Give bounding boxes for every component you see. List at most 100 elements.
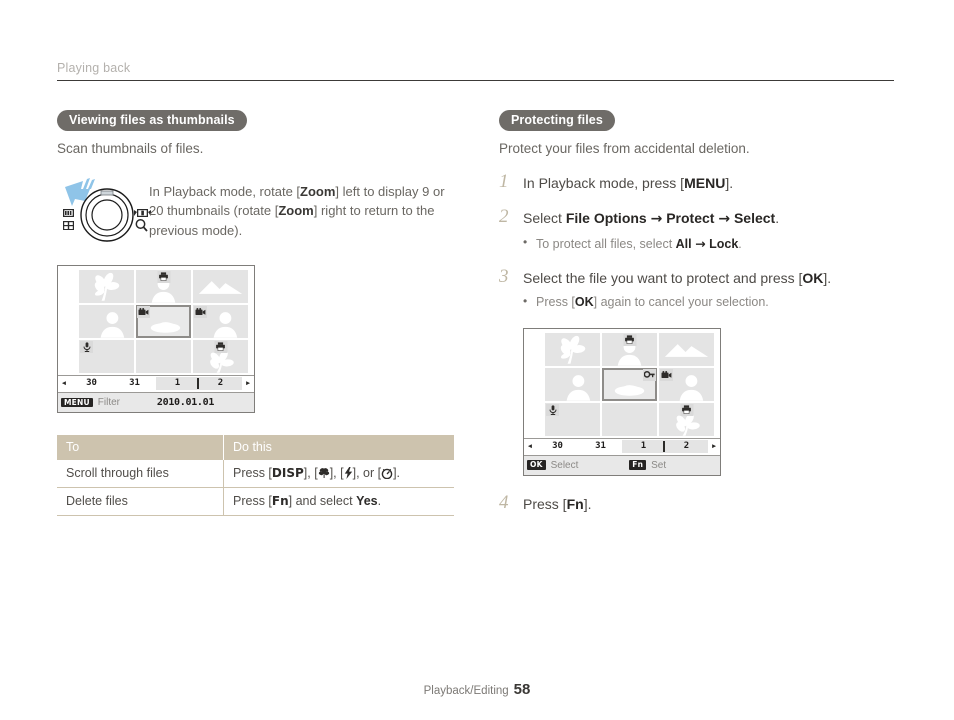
screen-bottom-bar: MENU Filter 2010.01.01 [58,391,254,412]
step-number: 1 [499,170,509,192]
manual-page: Playing back Viewing files as thumbnails… [0,0,954,720]
section-lead-thumbnails: Scan thumbnails of files. [57,141,204,157]
thumbnail-cell[interactable] [545,367,600,401]
arrow-icon: → [718,210,731,227]
press-mid: ] and select [288,493,357,508]
note-post: . [738,237,742,252]
nav-prev-arrow-icon[interactable]: ◂ [58,379,70,387]
thumbnail-cell[interactable] [136,269,191,303]
table-row: Scroll through files Press [DISP], [], [… [57,459,454,488]
thumbnail-cell[interactable] [602,332,657,366]
page-number: 58 [513,681,531,698]
date-navigation-bar: ◂ 30 31 1 2 ▸ [58,374,254,391]
fn-key-badge[interactable]: Fn [629,460,647,470]
mountain-photo-icon [198,281,243,294]
nav-prev-arrow-icon[interactable]: ◂ [524,442,536,450]
print-mark-icon [157,270,170,283]
thumbnail-cell[interactable] [193,269,248,303]
thumbnail-cell-selected[interactable] [602,367,657,401]
thumbnail-cell[interactable] [659,402,714,436]
thumbnail-cell[interactable] [659,367,714,401]
nav-next-arrow-icon[interactable]: ▸ [708,442,720,450]
dial-zoom-key-2: Zoom [278,203,314,219]
nav-date-segment-current[interactable]: 1 [622,439,665,453]
nav-date-segment[interactable]: 31 [579,440,622,453]
thumbnail-cell[interactable] [659,332,714,366]
fn-key: Fn [271,493,289,508]
nav-next-arrow-icon[interactable]: ▸ [242,379,254,387]
section-lead-protecting: Protect your files from accidental delet… [499,141,750,157]
thumbnail-cell[interactable] [545,332,600,366]
menu-key-badge[interactable]: MENU [61,397,93,408]
dial-zoom-key-1: Zoom [300,183,336,199]
step-pre: Press [ [523,495,567,512]
arrow-icon: → [650,210,663,227]
select-label: Select [550,459,579,471]
zoom-dial-illustration: In Playback mode, rotate [Zoom] left to … [57,177,457,249]
voice-memo-icon [546,403,559,416]
thumbnail-row [545,402,716,436]
video-mark-icon [194,305,207,318]
left-column: Viewing files as thumbnails Scan thumbna… [57,110,457,516]
thumbnail-cell[interactable] [79,304,134,338]
step-1: 1 In Playback mode, press [MENU]. [499,170,899,194]
thumbnail-cell[interactable] [545,402,600,436]
fn-key: Fn [566,495,584,512]
voice-memo-icon [80,340,93,353]
menu-key: MENU [684,174,726,191]
camera-screen-thumbnails: ◂ 30 31 1 2 ▸ MENU Filter 2010.01.01 [57,264,255,413]
running-head: Playing back [57,61,894,81]
thumbnail-row [545,367,716,401]
thumbnail-grid [79,269,250,375]
video-mark-icon [137,305,150,318]
nav-date-segment[interactable]: 30 [536,440,579,453]
nav-date-segment[interactable]: 2 [199,376,242,390]
flash-key-icon [344,466,353,480]
step-text: Select the file you want to protect and … [523,269,899,289]
step-pre: Select the file you want to protect and … [523,269,803,286]
thumbnail-cell[interactable] [79,339,134,373]
header-rule [57,80,894,81]
step-post: ]. [725,174,734,191]
menu-file-options: File Options [565,209,647,226]
step-text: Select File Options → Protect → Select. [523,209,899,230]
camera-screen-protect: ◂ 30 31 1 2 ▸ OK Select Fn Set [523,327,721,476]
press-prefix: Press [ [233,465,272,480]
thumbnail-cell[interactable] [602,402,657,436]
thumbnail-row [545,332,716,366]
step-post: ]. [823,269,832,286]
step-pre: Select [523,209,566,226]
note-pre: Press [ [536,295,575,310]
ok-key-badge[interactable]: OK [527,460,546,470]
nav-date-segment[interactable]: 2 [665,439,708,453]
disp-key: DISP [271,465,304,480]
footer-label: Playback/Editing [423,685,509,697]
table-cell-instruction: Press [Fn] and select Yes. [223,487,454,516]
thumbnail-grid [545,332,716,438]
step-number: 3 [499,265,509,287]
nav-date-segment[interactable]: 30 [70,377,113,390]
print-mark-icon [214,340,227,353]
print-mark-icon [680,403,693,416]
thumbnail-row [79,269,250,303]
table-row: Delete files Press [Fn] and select Yes. [57,487,454,516]
operations-table: To Do this Scroll through files Press [D… [57,434,454,516]
note-post: ] again to cancel your selection. [593,295,769,310]
flower-photo-icon [560,335,586,364]
thumbnail-cell[interactable] [193,304,248,338]
press-prefix: Press [ [233,493,272,508]
filter-label: Filter [97,396,120,408]
nav-date-segment[interactable]: 31 [113,377,156,390]
thumbnail-cell-selected[interactable] [136,304,191,338]
thumbnail-cell[interactable] [136,339,191,373]
thumbnail-row [79,304,250,338]
step-number: 2 [499,205,509,227]
table-cell-action: Delete files [57,487,224,516]
step-pre: In Playback mode, press [ [523,174,685,191]
thumbnail-cell[interactable] [79,269,134,303]
nav-date-segment-current[interactable]: 1 [156,376,199,390]
menu-lock: Lock [709,237,739,252]
press-suffix: . [377,493,382,508]
thumbnail-cell[interactable] [193,339,248,373]
person-photo-icon [100,312,125,338]
